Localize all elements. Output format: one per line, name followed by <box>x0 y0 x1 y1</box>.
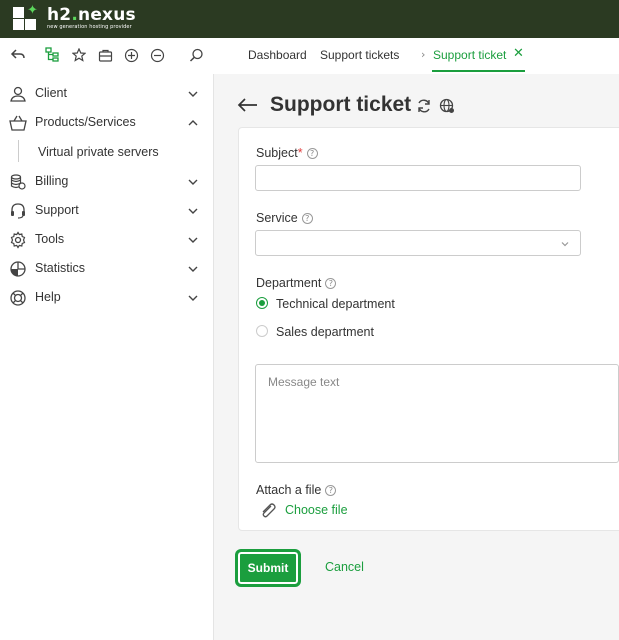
sidebar: Client Products/Services Virtual private… <box>0 74 214 640</box>
logo-name: h2.nexus <box>47 5 136 25</box>
basket-icon <box>9 114 27 132</box>
radio-label[interactable]: Technical department <box>276 297 395 311</box>
department-label: Department? <box>256 276 337 290</box>
active-tab-underline <box>432 70 525 72</box>
sidebar-item-label: Billing <box>35 174 69 188</box>
refresh-icon[interactable] <box>416 98 432 114</box>
sidebar-item-support[interactable]: Support <box>0 197 214 225</box>
sidebar-toolbar <box>0 38 214 74</box>
choose-file-link[interactable]: Choose file <box>285 503 348 517</box>
service-select[interactable] <box>255 230 581 256</box>
subject-input[interactable] <box>255 165 581 191</box>
sidebar-item-label: Support <box>35 203 79 217</box>
sidebar-item-label: Client <box>35 86 67 100</box>
radio-label[interactable]: Sales department <box>276 325 374 339</box>
close-tab-icon[interactable]: ✕ <box>513 46 524 61</box>
page-title: Support ticket <box>270 93 412 116</box>
sidebar-subitem-label: Virtual private servers <box>38 145 159 159</box>
sidebar-item-billing[interactable]: Billing <box>0 168 214 196</box>
lifebuoy-icon <box>9 289 27 307</box>
briefcase-icon[interactable] <box>96 46 114 64</box>
back-arrow-icon[interactable] <box>9 46 27 64</box>
cancel-button[interactable]: Cancel <box>325 560 364 574</box>
chevron-down-icon <box>187 88 199 100</box>
help-icon[interactable]: ? <box>325 278 337 290</box>
sidebar-item-tools[interactable]: Tools <box>0 226 214 254</box>
chevron-down-icon <box>187 234 199 246</box>
logo[interactable]: ✦ h2.nexus new generation hosting provid… <box>13 4 136 31</box>
sidebar-item-client[interactable]: Client <box>0 80 214 108</box>
gear-icon <box>9 231 27 249</box>
plus-circle-icon[interactable] <box>122 46 140 64</box>
logo-tagline: new generation hosting provider <box>47 24 132 30</box>
coins-icon <box>9 173 27 191</box>
headset-icon <box>9 202 27 220</box>
sidebar-item-help[interactable]: Help <box>0 284 214 312</box>
chevron-down-icon <box>187 263 199 275</box>
service-label: Service? <box>256 211 313 225</box>
radio-sales-department[interactable] <box>256 325 268 337</box>
help-icon[interactable]: ? <box>306 148 318 160</box>
paperclip-icon[interactable] <box>259 502 277 520</box>
message-textarea[interactable] <box>255 364 619 463</box>
sidebar-item-label: Help <box>35 290 61 304</box>
tab-dashboard[interactable]: Dashboard <box>248 48 307 62</box>
help-icon[interactable]: ? <box>301 213 313 225</box>
globe-settings-icon[interactable] <box>439 98 455 114</box>
sidebar-item-label: Tools <box>35 232 65 246</box>
minus-circle-icon[interactable] <box>148 46 166 64</box>
pie-chart-icon <box>9 260 27 278</box>
tab-support-tickets[interactable]: Support tickets <box>320 48 399 62</box>
attach-file-label: Attach a file? <box>256 483 337 497</box>
chevron-down-icon <box>187 292 199 304</box>
chevron-down-icon <box>187 176 199 188</box>
sidebar-subitem-virtual-private-servers[interactable]: Virtual private servers <box>0 140 214 166</box>
chevron-up-icon <box>187 117 199 129</box>
radio-technical-department[interactable] <box>256 297 268 309</box>
chevron-down-icon <box>187 205 199 217</box>
chevron-down-icon <box>560 238 570 248</box>
sidebar-item-label: Products/Services <box>35 115 136 129</box>
help-icon[interactable]: ? <box>325 485 337 497</box>
subject-label: Subject*? <box>256 146 318 160</box>
required-mark: * <box>297 146 303 160</box>
tabs-bar: Dashboard Support tickets › Support tick… <box>214 38 619 74</box>
app-header: ✦ h2.nexus new generation hosting provid… <box>0 0 619 38</box>
submit-button[interactable]: Submit <box>236 550 300 586</box>
user-pin-icon <box>9 85 27 103</box>
tab-support-ticket[interactable]: Support ticket <box>433 48 506 62</box>
sitemap-icon[interactable] <box>43 46 61 64</box>
back-arrow-icon[interactable] <box>236 94 260 116</box>
search-icon[interactable] <box>187 46 205 64</box>
sidebar-item-products-services[interactable]: Products/Services <box>0 109 214 137</box>
logo-mark-icon: ✦ <box>13 4 39 31</box>
tree-line <box>18 140 19 162</box>
sidebar-item-statistics[interactable]: Statistics <box>0 255 214 283</box>
star-icon[interactable] <box>70 46 88 64</box>
sidebar-item-label: Statistics <box>35 261 86 275</box>
breadcrumb-separator-icon: › <box>421 48 426 61</box>
